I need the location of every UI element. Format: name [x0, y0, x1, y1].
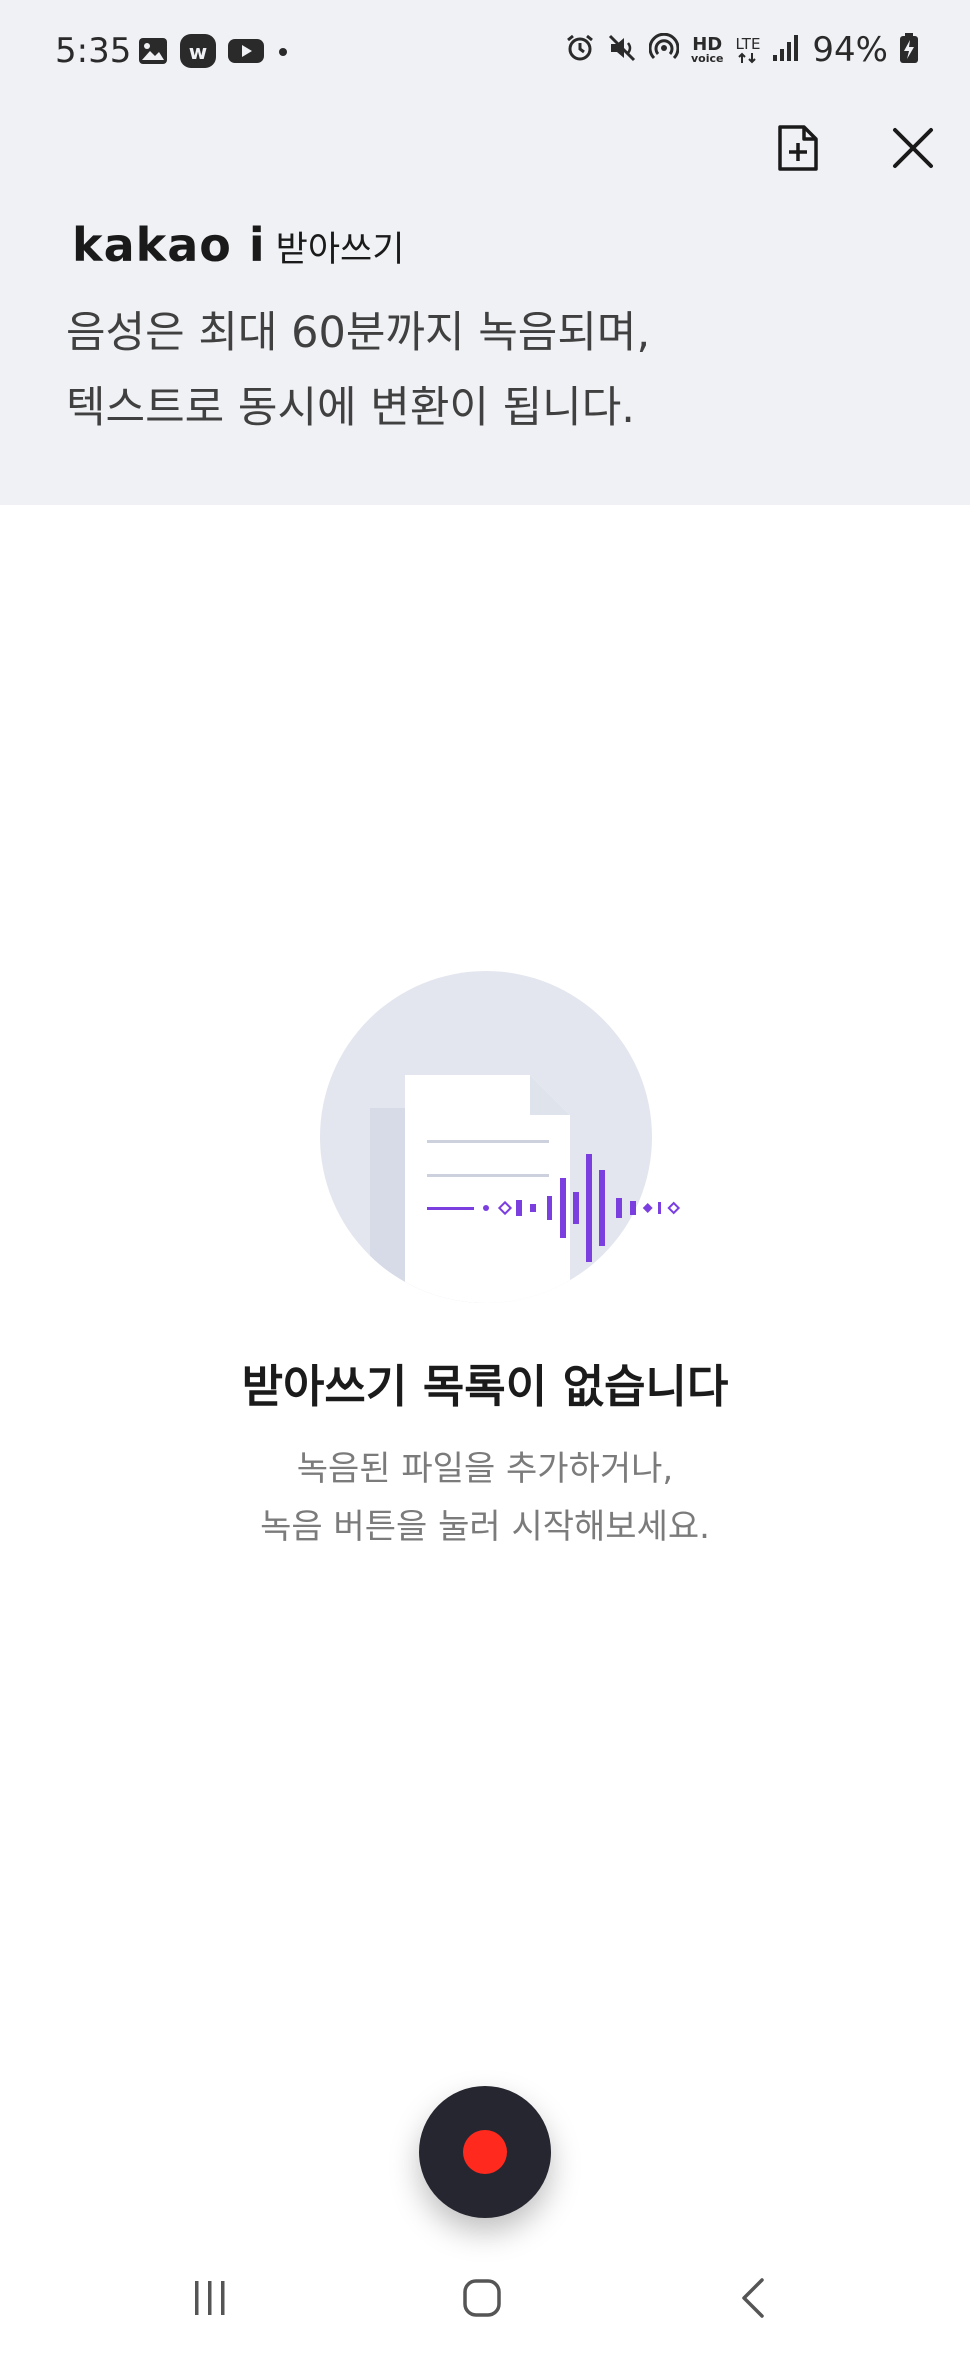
signal-icon	[772, 33, 800, 67]
youtube-icon	[228, 37, 264, 69]
w-app-icon: w	[180, 34, 216, 72]
status-time: 5:35	[55, 31, 132, 71]
close-icon	[891, 126, 935, 174]
battery-charging-icon	[900, 33, 918, 67]
hd-voice-icon: HD voice	[691, 34, 724, 65]
hotspot-icon	[648, 32, 680, 67]
more-dot-icon	[276, 44, 290, 63]
recent-apps-icon	[190, 2278, 230, 2322]
back-button[interactable]	[714, 2260, 794, 2340]
brand-subtitle: 받아쓰기	[275, 230, 405, 270]
home-icon	[461, 2277, 503, 2323]
battery-percentage: 94%	[812, 30, 888, 70]
intro-text: 음성은 최대 60분까지 녹음되며, 텍스트로 동시에 변환이 됩니다.	[66, 296, 650, 446]
add-file-icon	[776, 124, 820, 176]
empty-state-illustration	[320, 970, 720, 1310]
mute-icon	[607, 33, 637, 67]
notification-icons: w	[138, 34, 290, 72]
hd-label: HD	[692, 34, 723, 55]
lte-icon: LTE	[735, 34, 761, 64]
add-file-button[interactable]	[770, 122, 826, 178]
voice-label: voice	[691, 52, 724, 65]
intro-line-1: 음성은 최대 60분까지 녹음되며,	[66, 308, 651, 358]
intro-line-2: 텍스트로 동시에 변환이 됩니다.	[66, 383, 635, 433]
close-button[interactable]	[885, 122, 941, 178]
brand-logo: kakao i	[72, 218, 266, 272]
status-right-icons: HD voice LTE 94%	[565, 30, 918, 70]
alarm-icon	[565, 33, 595, 67]
status-bar: 5:35 w HD voice LTE 94%	[0, 0, 970, 105]
navigation-bar	[0, 2260, 970, 2371]
lte-label: LTE	[735, 34, 761, 53]
record-button[interactable]	[419, 2086, 551, 2218]
empty-state-description: 녹음된 파일을 추가하거나, 녹음 버튼을 눌러 시작해보세요.	[0, 1440, 970, 1556]
recent-apps-button[interactable]	[170, 2260, 250, 2340]
gallery-icon	[138, 37, 168, 69]
svg-text:w: w	[189, 40, 207, 64]
home-button[interactable]	[442, 2260, 522, 2340]
empty-desc-line-2: 녹음 버튼을 눌러 시작해보세요.	[260, 1507, 710, 1547]
brand: kakao i 받아쓰기	[72, 218, 404, 272]
empty-state-title: 받아쓰기 목록이 없습니다	[241, 1360, 729, 1413]
back-icon	[734, 2276, 774, 2324]
record-icon	[463, 2130, 507, 2174]
empty-desc-line-1: 녹음된 파일을 추가하거나,	[296, 1449, 674, 1489]
